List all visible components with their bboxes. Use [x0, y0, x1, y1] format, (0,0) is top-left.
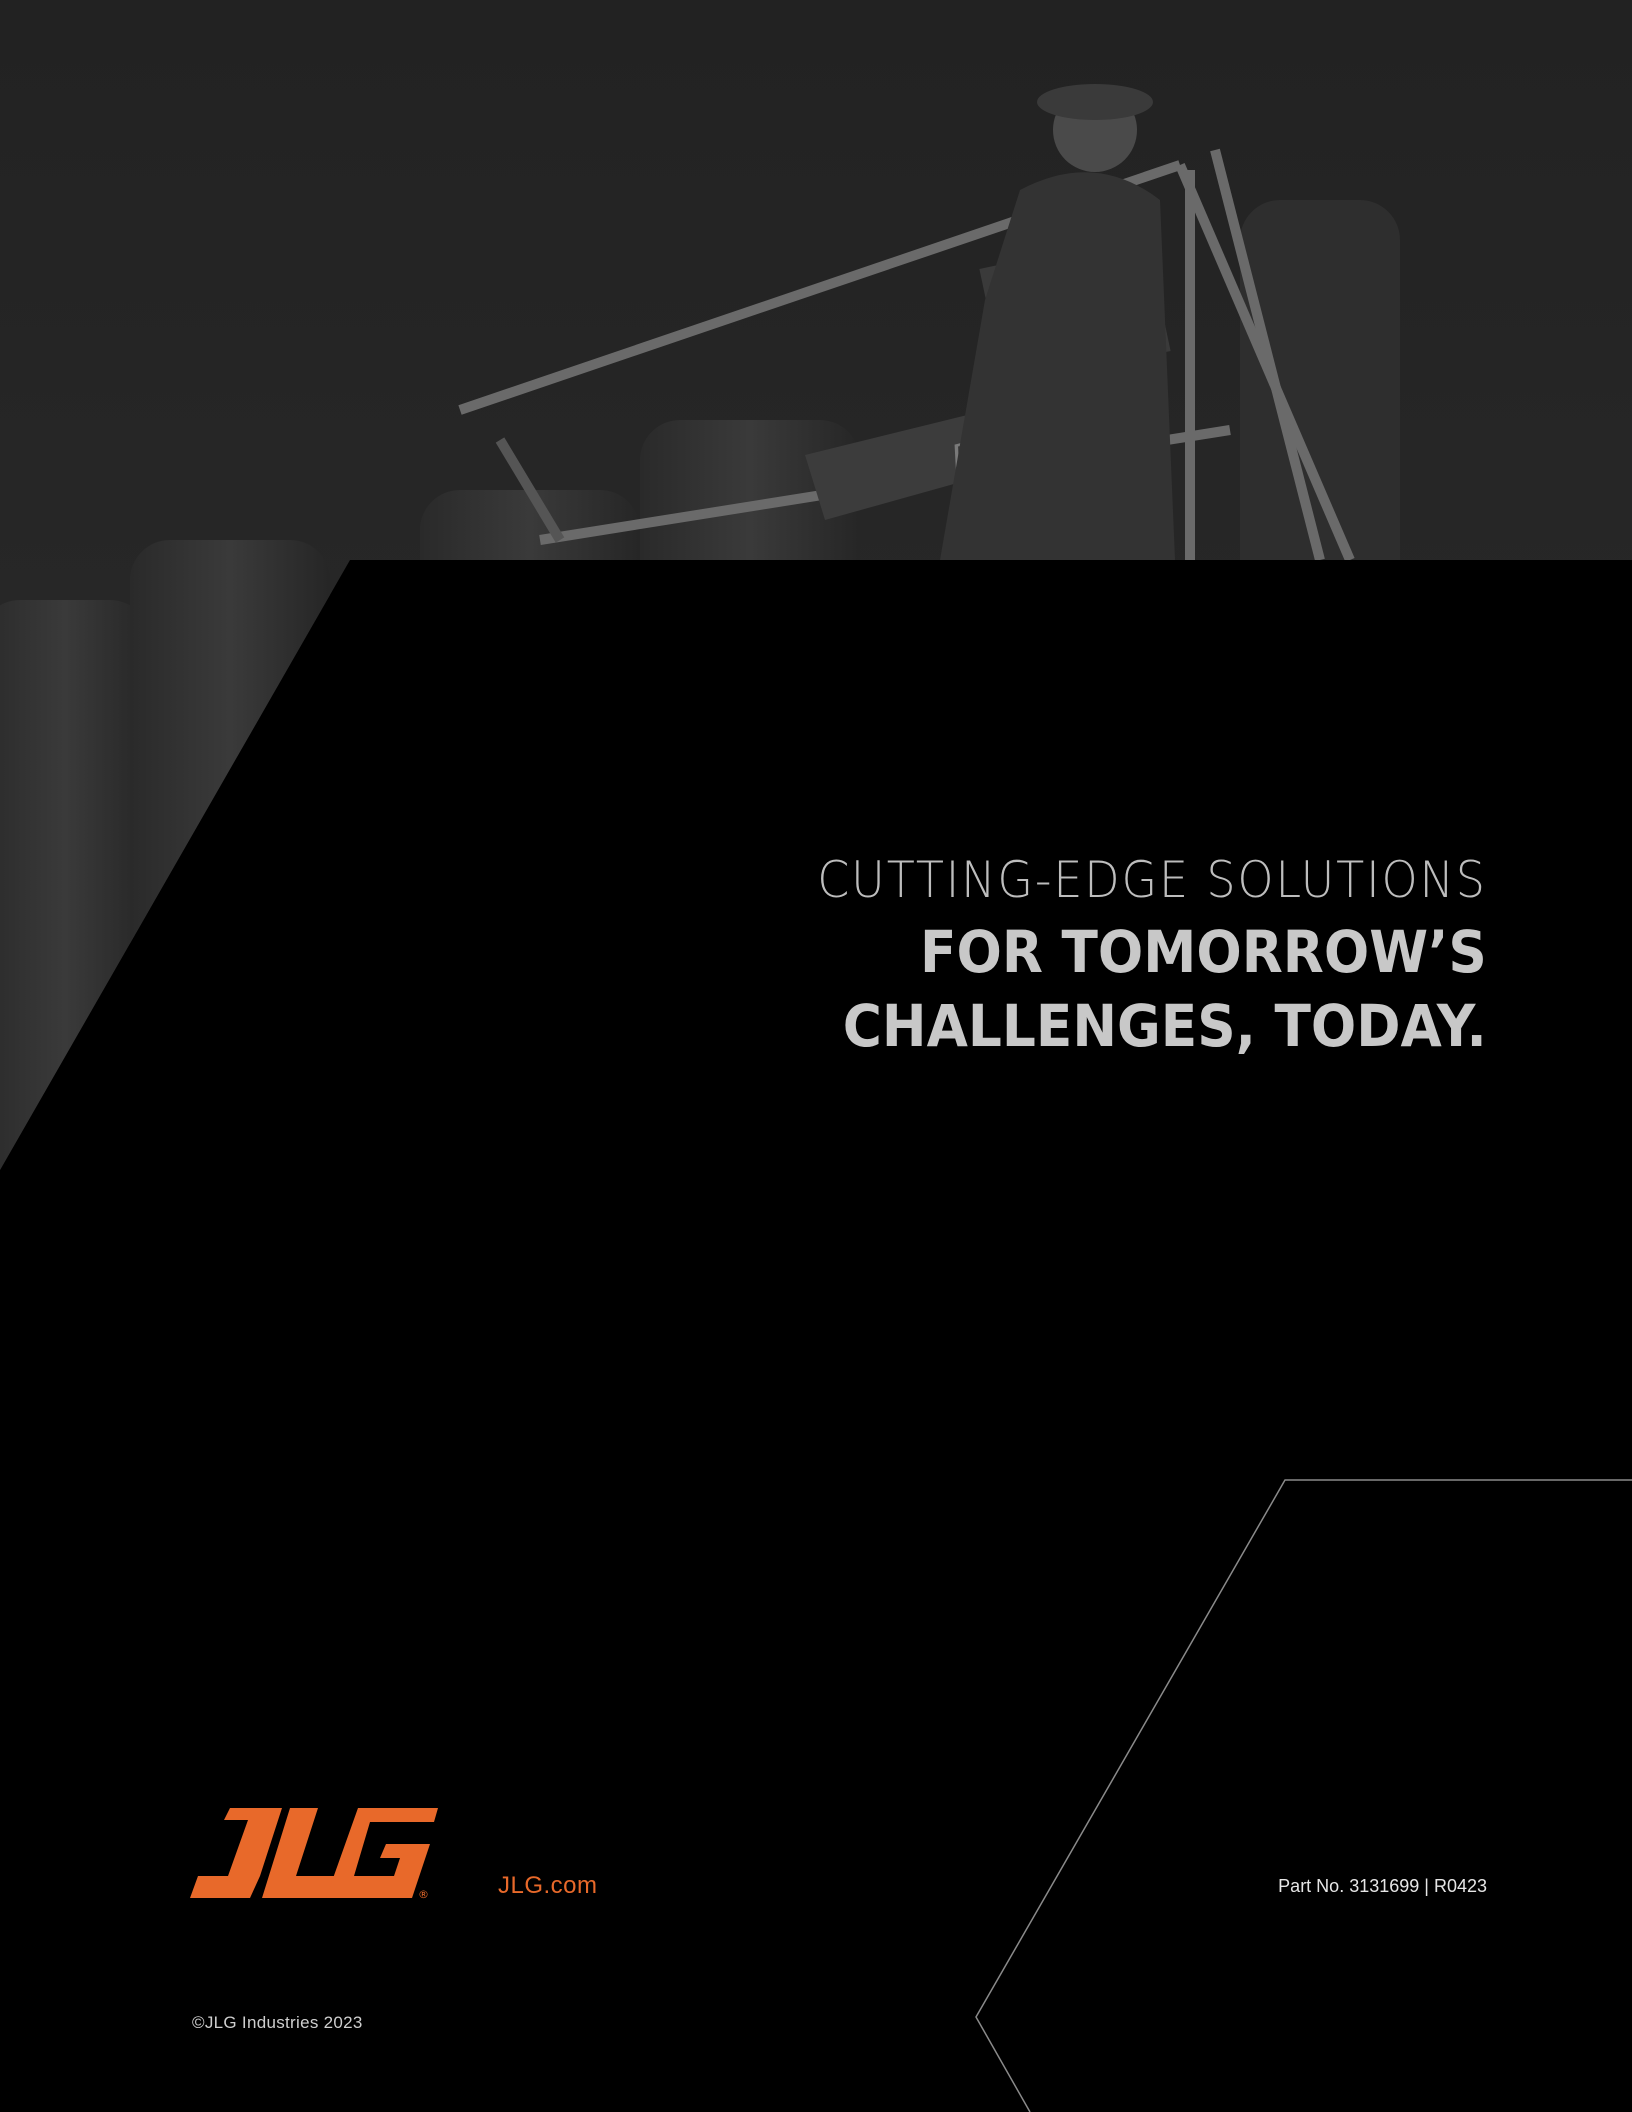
copyright: ©JLG Industries 2023	[192, 2013, 363, 2032]
website-link[interactable]: JLG.com	[498, 1872, 598, 1900]
registered-mark: ®	[418, 1888, 429, 1900]
headline-line-1: CUTTING-EDGE SOLUTIONS	[817, 851, 1487, 909]
headline: CUTTING-EDGE SOLUTIONS FOR TOMORROW’S CH…	[759, 845, 1487, 1063]
part-number: Part No. 3131699 | R0423	[1278, 1876, 1487, 1896]
headline-line-2: FOR TOMORROW’S	[920, 918, 1487, 986]
headline-line-3: CHALLENGES, TODAY.	[842, 992, 1487, 1060]
jlg-logo: ®	[190, 1808, 438, 1900]
